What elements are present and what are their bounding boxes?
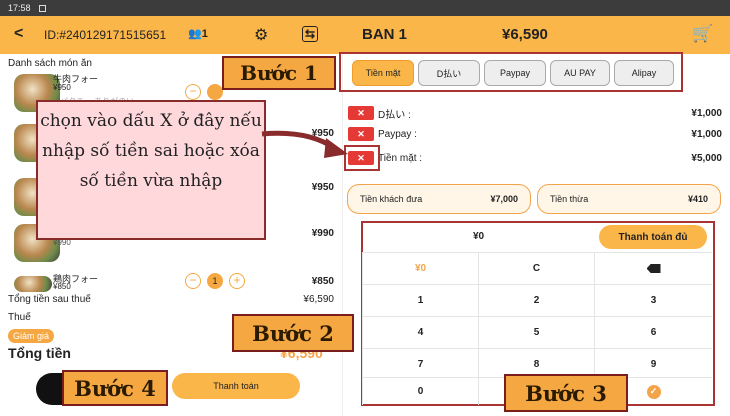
- method-alipay-button[interactable]: Alipay: [614, 60, 674, 86]
- input-value: ¥0: [473, 231, 485, 242]
- paid-row: ✕ Tiền mặt : ¥5,000: [348, 150, 722, 166]
- change-value: ¥410: [687, 194, 708, 204]
- item-amount: ¥990: [311, 228, 334, 239]
- status-time: 17:58: [8, 3, 31, 13]
- decrease-button[interactable]: −: [185, 84, 201, 100]
- keypad-header: ¥0 Thanh toán đủ: [367, 225, 707, 249]
- key-3[interactable]: 3: [594, 284, 712, 316]
- grand-total-label: Tổng tiền: [8, 345, 71, 361]
- gear-icon[interactable]: ⚙: [254, 25, 268, 45]
- back-arrow-icon[interactable]: <: [14, 25, 23, 43]
- item-price: ¥950: [53, 83, 71, 92]
- people-count[interactable]: 👥1: [188, 27, 208, 40]
- header-total: ¥6,590: [502, 26, 548, 43]
- quantity-badge: 1: [207, 273, 223, 289]
- key-1[interactable]: 1: [362, 284, 478, 316]
- top-bar: < ID:#240129171515651 👥1 ⚙ ⇆ BAN 1 ¥6,59…: [0, 16, 730, 54]
- paid-amount: ¥5,000: [691, 152, 722, 164]
- paid-label: D払い :: [378, 109, 411, 121]
- table-name: BAN 1: [362, 26, 408, 43]
- decrease-button[interactable]: −: [185, 273, 201, 289]
- step4-tag: Bước 4: [62, 370, 168, 406]
- item-amount: ¥950: [311, 182, 334, 193]
- paid-row: ✕ D払い : ¥1,000: [348, 105, 722, 121]
- list-item[interactable]: 鶏肉フォー ¥850 − 1 + ¥850: [8, 266, 338, 314]
- increase-button[interactable]: +: [229, 273, 245, 289]
- subtotal-label: Tổng tiền sau thuế: [8, 294, 91, 305]
- method-paypay-button[interactable]: Paypay: [484, 60, 546, 86]
- paid-amount: ¥1,000: [691, 128, 722, 140]
- step1-tag: Bước 1: [222, 56, 336, 90]
- subtotal-value: ¥6,590: [303, 294, 334, 305]
- received-value: ¥7,000: [490, 194, 518, 204]
- full-pay-button[interactable]: Thanh toán đủ: [599, 225, 707, 249]
- item-price: ¥850: [53, 282, 71, 291]
- change-label: Tiền thừa: [550, 194, 589, 204]
- method-cash-button[interactable]: Tiền mặt: [352, 60, 414, 86]
- paid-row: ✕ Paypay : ¥1,000: [348, 126, 722, 142]
- backspace-icon: [646, 264, 661, 273]
- key-clear[interactable]: C: [478, 252, 594, 284]
- key-6[interactable]: 6: [594, 316, 712, 348]
- dish-image: [14, 276, 52, 292]
- switch-icon[interactable]: ⇆: [302, 26, 319, 42]
- step2-tag: Bước 2: [232, 314, 354, 352]
- paid-label: Paypay :: [378, 128, 417, 140]
- key-2[interactable]: 2: [478, 284, 594, 316]
- received-label: Tiền khách đưa: [360, 194, 423, 204]
- step3-tag: Bước 3: [504, 374, 628, 412]
- tax-label: Thuế: [8, 312, 31, 323]
- people-icon: 👥: [188, 28, 202, 40]
- key-zero-yen[interactable]: ¥0: [362, 252, 478, 284]
- key-backspace[interactable]: [594, 252, 712, 284]
- instruction-callout: chọn vào dấu X ở đây nếu nhập số tiền sa…: [36, 100, 266, 240]
- key-0[interactable]: 0: [362, 377, 478, 405]
- discount-badge[interactable]: Giảm giá: [8, 329, 55, 343]
- paid-label: Tiền mặt :: [378, 152, 423, 164]
- status-bar: 17:58 ▾ ◢: [0, 0, 730, 416]
- pay-button[interactable]: Thanh toán: [172, 373, 300, 399]
- order-id: ID:#240129171515651: [44, 28, 167, 42]
- change-pill: Tiền thừa ¥410: [537, 184, 721, 214]
- item-amount: ¥850: [311, 276, 334, 287]
- key-5[interactable]: 5: [478, 316, 594, 348]
- cart-icon[interactable]: 🛒: [692, 24, 713, 44]
- notification-icon: [38, 4, 46, 12]
- method-dbarai-button[interactable]: D払い: [418, 60, 480, 86]
- received-pill: Tiền khách đưa ¥7,000: [347, 184, 531, 214]
- callout-arrow: [261, 130, 348, 158]
- paid-amount: ¥1,000: [691, 107, 722, 119]
- method-aupay-button[interactable]: AU PAY: [550, 60, 610, 86]
- subtotal-row: Tổng tiền sau thuế ¥6,590: [8, 294, 334, 305]
- quantity-badge: [207, 84, 223, 100]
- remove-payment-button[interactable]: ✕: [348, 106, 374, 120]
- check-icon: ✓: [646, 384, 661, 399]
- key-4[interactable]: 4: [362, 316, 478, 348]
- key-7[interactable]: 7: [362, 348, 478, 380]
